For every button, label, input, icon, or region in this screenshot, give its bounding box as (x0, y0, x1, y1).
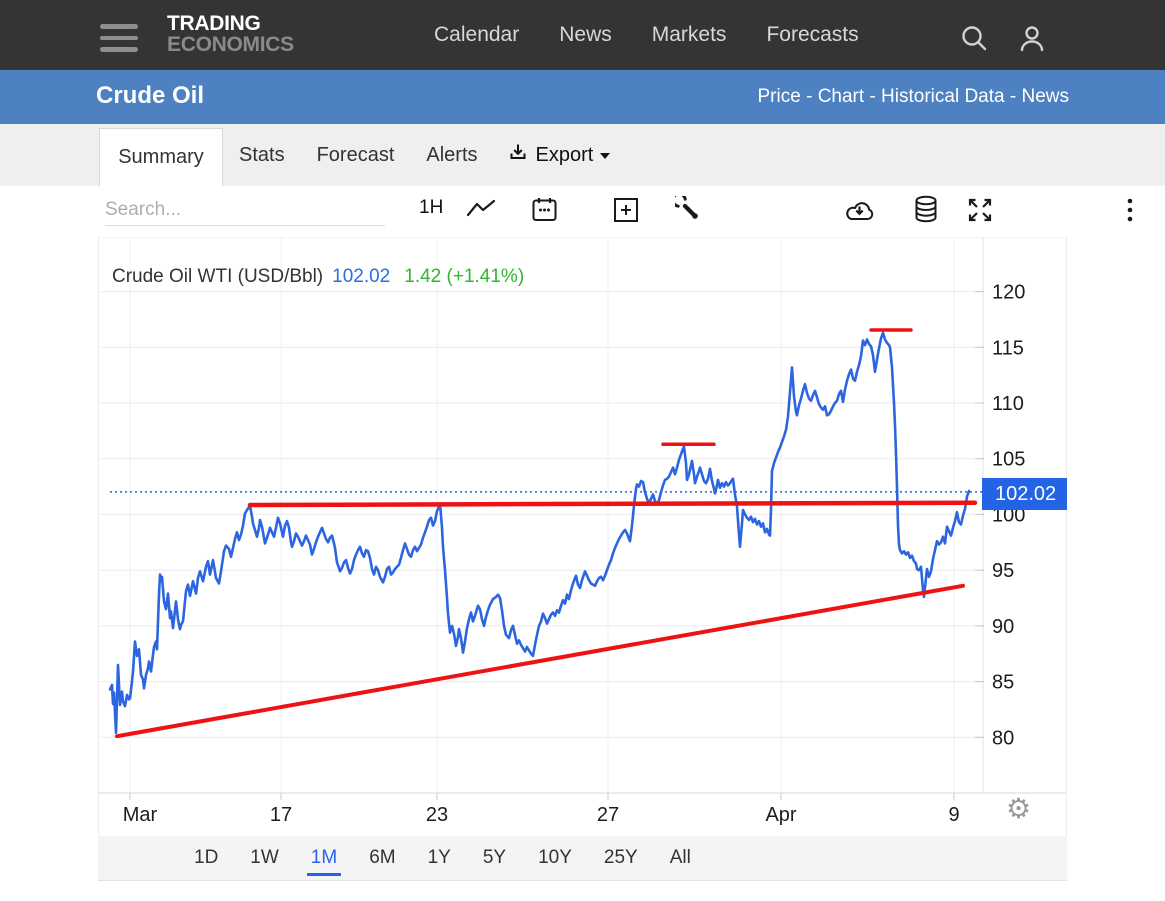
kebab-menu-icon[interactable] (1126, 197, 1134, 229)
period-1w[interactable]: 1W (246, 841, 283, 876)
support-trendline[interactable] (117, 586, 963, 736)
period-1m[interactable]: 1M (307, 841, 341, 876)
x-axis-label: 23 (426, 804, 448, 826)
tabs-list: SummaryStatsForecastAlerts (1, 124, 494, 186)
y-axis-label: 115 (992, 337, 1024, 359)
export-download-icon (508, 142, 529, 168)
export-label: Export (536, 144, 594, 167)
title-band: Crude Oil Price - Chart - Historical Dat… (0, 70, 1165, 124)
breadcrumb-separator: - (864, 86, 881, 107)
period-6m[interactable]: 6M (365, 841, 399, 876)
period-1y[interactable]: 1Y (424, 841, 455, 876)
user-icon[interactable] (1017, 23, 1047, 59)
price-line-series (110, 333, 969, 733)
top-nav: TRADING ECONOMICS Calendar News Markets For… (0, 0, 1165, 70)
interval-button[interactable]: 1H (419, 197, 443, 219)
x-axis-label: 9 (948, 804, 959, 826)
y-axis-label: 110 (992, 393, 1024, 415)
tab-bar: SummaryStatsForecastAlerts Export (0, 124, 1165, 186)
breadcrumb-link-historical-data[interactable]: Historical Data (881, 86, 1005, 107)
settings-gear-icon[interactable]: ⚙ (1006, 792, 1031, 825)
x-axis-label: Apr (765, 804, 796, 826)
tab-summary[interactable]: Summary (99, 128, 223, 186)
tab-export[interactable]: Export (494, 124, 625, 186)
page-title: Crude Oil (96, 82, 204, 110)
logo[interactable]: TRADING ECONOMICS (167, 14, 294, 55)
export-caret-icon (600, 153, 610, 159)
resistance-line[interactable] (250, 503, 975, 505)
breadcrumb: Price - Chart - Historical Data - News (758, 86, 1070, 108)
y-axis-label: 105 (992, 449, 1025, 471)
nav-item-news[interactable]: News (559, 23, 612, 47)
x-axis-label: 27 (597, 804, 619, 826)
hamburger-menu-icon[interactable] (100, 24, 138, 50)
nav-item-markets[interactable]: Markets (652, 23, 727, 47)
x-axis-label: Mar (123, 804, 158, 826)
y-axis-label: 85 (992, 672, 1014, 694)
fullscreen-icon[interactable] (966, 196, 994, 229)
chart-toolbar: 1H (98, 186, 1067, 237)
period-5y[interactable]: 5Y (479, 841, 510, 876)
add-indicator-icon[interactable] (613, 197, 639, 228)
period-1d[interactable]: 1D (190, 841, 222, 876)
wrench-settings-icon[interactable] (675, 196, 701, 227)
quote-change: 1.42 (+1.41%) (404, 266, 524, 288)
breadcrumb-separator: - (801, 86, 818, 107)
page: TRADING ECONOMICS Calendar News Markets For… (0, 0, 1165, 901)
tab-alerts[interactable]: Alerts (410, 124, 493, 186)
cloud-download-icon[interactable] (842, 198, 878, 229)
period-25y[interactable]: 25Y (600, 841, 642, 876)
tab-stats[interactable]: Stats (223, 124, 301, 186)
y-axis-label: 80 (992, 727, 1014, 749)
nav-items: Calendar News Markets Forecasts (434, 0, 859, 70)
search-input[interactable] (105, 194, 385, 226)
y-axis-label: 95 (992, 560, 1014, 582)
breadcrumb-separator: - (1005, 86, 1022, 107)
logo-line1: TRADING (167, 14, 294, 34)
period-10y[interactable]: 10Y (534, 841, 576, 876)
line-chart-style-icon[interactable] (466, 199, 496, 226)
nav-item-calendar[interactable]: Calendar (434, 23, 519, 47)
logo-line2: ECONOMICS (167, 35, 294, 55)
last-price-badge: 102.02 (982, 478, 1067, 510)
breadcrumb-link-price[interactable]: Price (758, 86, 801, 107)
nav-item-forecasts[interactable]: Forecasts (766, 23, 858, 47)
y-axis-label: 120 (992, 282, 1025, 304)
x-axis-label: 17 (270, 804, 292, 826)
period-bar: 1D 1W 1M 6M 1Y 5Y 10Y 25Y All (98, 836, 1067, 881)
y-axis-label: 90 (992, 616, 1014, 638)
tab-forecast[interactable]: Forecast (301, 124, 411, 186)
breadcrumb-link-news[interactable]: News (1021, 86, 1069, 107)
price-chart[interactable]: 80859095100105110115120Mar172327Apr9 (0, 237, 1165, 837)
period-all[interactable]: All (666, 841, 695, 876)
database-icon[interactable] (914, 195, 938, 229)
breadcrumb-link-chart[interactable]: Chart (818, 86, 864, 107)
quote-name: Crude Oil WTI (USD/Bbl) (112, 266, 323, 288)
quote-price: 102.02 (332, 266, 390, 288)
quote-header: Crude Oil WTI (USD/Bbl) 102.02 1.42 (+1.… (112, 266, 524, 288)
search-icon[interactable] (959, 23, 990, 59)
calendar-icon[interactable] (531, 196, 558, 229)
